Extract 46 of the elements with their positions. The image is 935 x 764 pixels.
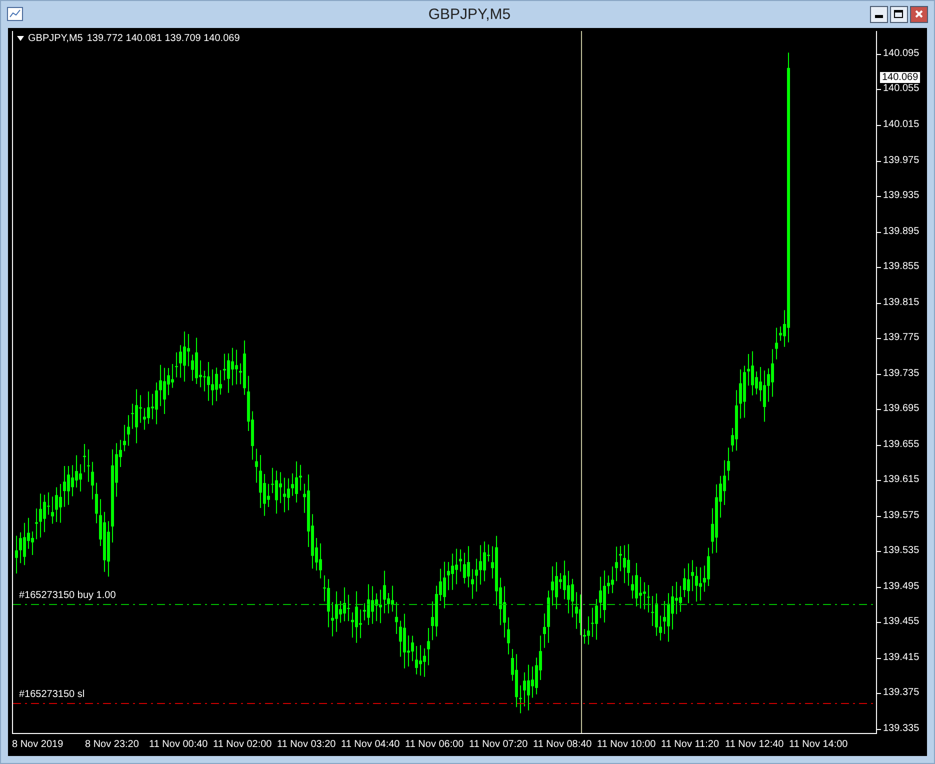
dropdown-icon	[17, 36, 24, 41]
price-label: 139.695	[883, 403, 920, 416]
time-label: 8 Nov 2019	[12, 738, 64, 752]
price-label: 139.455	[883, 616, 920, 628]
price-label: 140.095	[883, 48, 920, 60]
maximize-icon	[894, 10, 904, 18]
price-label: 139.575	[883, 510, 920, 522]
time-label: 11 Nov 10:00	[597, 738, 657, 752]
time-label: 11 Nov 06:00	[405, 738, 465, 752]
price-label: 139.735	[883, 368, 920, 380]
close-button[interactable]	[910, 6, 928, 23]
order-label: #165273150 buy 1.00	[19, 590, 116, 601]
time-label: 11 Nov 12:40	[725, 738, 785, 752]
price-label: 139.775	[883, 332, 920, 344]
price-label: 139.615	[883, 474, 920, 486]
price-label: 140.015	[883, 119, 920, 132]
chart-icon	[7, 7, 23, 22]
minimize-button[interactable]	[870, 6, 888, 23]
time-label: 8 Nov 23:20	[85, 738, 140, 752]
time-label: 11 Nov 08:40	[533, 738, 593, 752]
time-label: 11 Nov 02:00	[213, 738, 273, 752]
current-price-label: 140.069	[880, 72, 920, 84]
price-label: 139.975	[883, 154, 920, 167]
price-label: 139.815	[883, 296, 920, 309]
price-label: 139.375	[883, 687, 920, 700]
time-label: 11 Nov 11:20	[661, 738, 720, 752]
maximize-button[interactable]	[890, 6, 908, 23]
price-label: 139.935	[883, 190, 920, 202]
window-title: GBPJPY,M5	[427, 6, 511, 23]
time-label: 11 Nov 03:20	[277, 738, 337, 752]
price-label: 139.535	[883, 545, 920, 558]
price-label: 139.415	[883, 652, 920, 664]
order-label: #165273150 sl	[19, 689, 85, 700]
close-icon	[914, 10, 923, 18]
time-label: 11 Nov 14:00	[789, 738, 849, 752]
price-label: 139.335	[883, 722, 920, 735]
price-label: 140.055	[883, 83, 920, 96]
time-label: 11 Nov 07:20	[469, 738, 529, 752]
ohlc-values: 139.772 140.081 139.709 140.069	[86, 32, 240, 44]
price-label: 139.855	[883, 261, 920, 274]
time-label: 11 Nov 04:40	[341, 738, 401, 752]
price-label: 139.495	[883, 580, 920, 593]
symbol-label: GBPJPY,M5	[28, 32, 83, 44]
price-label: 139.895	[883, 226, 920, 238]
price-label: 139.655	[883, 438, 920, 451]
time-label: 11 Nov 00:40	[149, 738, 209, 752]
